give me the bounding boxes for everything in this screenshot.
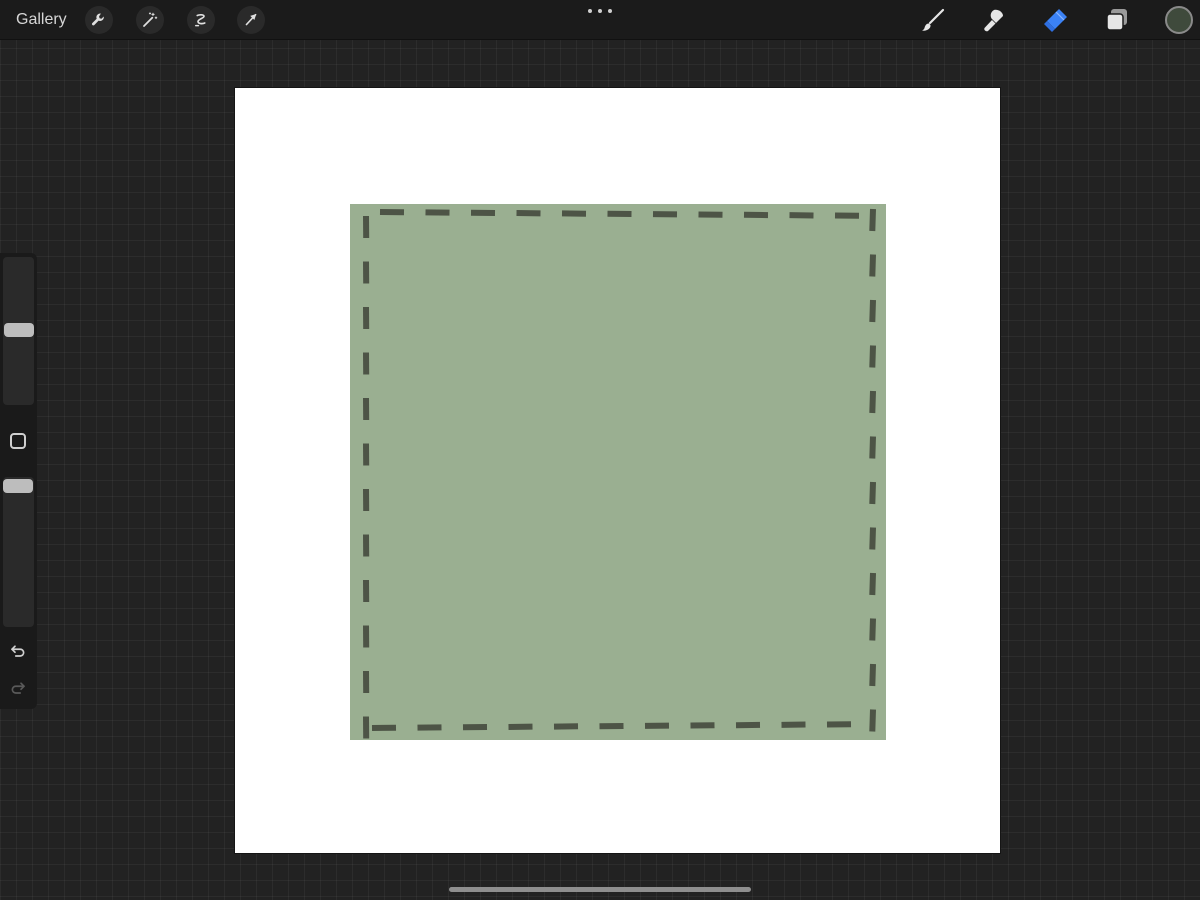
paint-tool-button[interactable] [918,5,948,35]
transform-button[interactable] [237,6,265,34]
transform-arrow-icon [245,13,257,26]
eraser-tool-button[interactable] [1041,5,1071,35]
selection-button[interactable] [187,6,215,34]
brush-icon [922,8,945,31]
stitch-dash [869,345,876,368]
square-fill [350,204,886,740]
stitch-dash [869,299,876,323]
smudge-icon [984,9,1003,32]
redo-button[interactable] [8,677,28,697]
eraser-icon [1044,9,1067,32]
stitch-dash [869,254,876,277]
wrench-icon [91,13,104,26]
dot-icon [598,9,602,13]
brush-size-thumb[interactable] [4,323,34,337]
stitch-dash [869,208,876,232]
stitch-dash [869,663,876,687]
stitch-dash [869,481,876,505]
modify-button[interactable] [10,433,26,449]
stitch-dash [869,527,876,550]
selection-s-icon [195,13,206,27]
redo-icon [11,682,25,694]
top-toolbar: Gallery [0,0,1200,40]
layers-icon [1106,9,1127,31]
undo-button[interactable] [8,640,28,660]
home-indicator[interactable] [449,887,751,892]
dashed-square-drawing [350,204,886,740]
magic-wand-icon [143,12,158,27]
layers-button[interactable] [1102,5,1132,35]
undo-icon [11,645,25,657]
color-picker-button[interactable] [1165,6,1193,34]
green-square-artwork [350,204,886,740]
stitch-dash [869,572,876,596]
stitch-dash [869,390,876,414]
brush-size-slider[interactable] [3,257,34,405]
drawing-canvas[interactable] [234,87,1001,854]
actions-button[interactable] [85,6,113,34]
dot-icon [588,9,592,13]
adjustments-button[interactable] [136,6,164,34]
opacity-slider[interactable] [3,477,34,627]
gallery-button[interactable]: Gallery [16,10,67,30]
smudge-tool-button[interactable] [979,5,1009,35]
stitch-dash [869,709,876,732]
dot-icon [608,9,612,13]
stitch-dash [869,436,876,459]
left-sidebar [0,253,37,709]
more-options-dots[interactable] [588,4,612,18]
stitch-dash [869,618,876,641]
opacity-thumb[interactable] [3,479,33,493]
